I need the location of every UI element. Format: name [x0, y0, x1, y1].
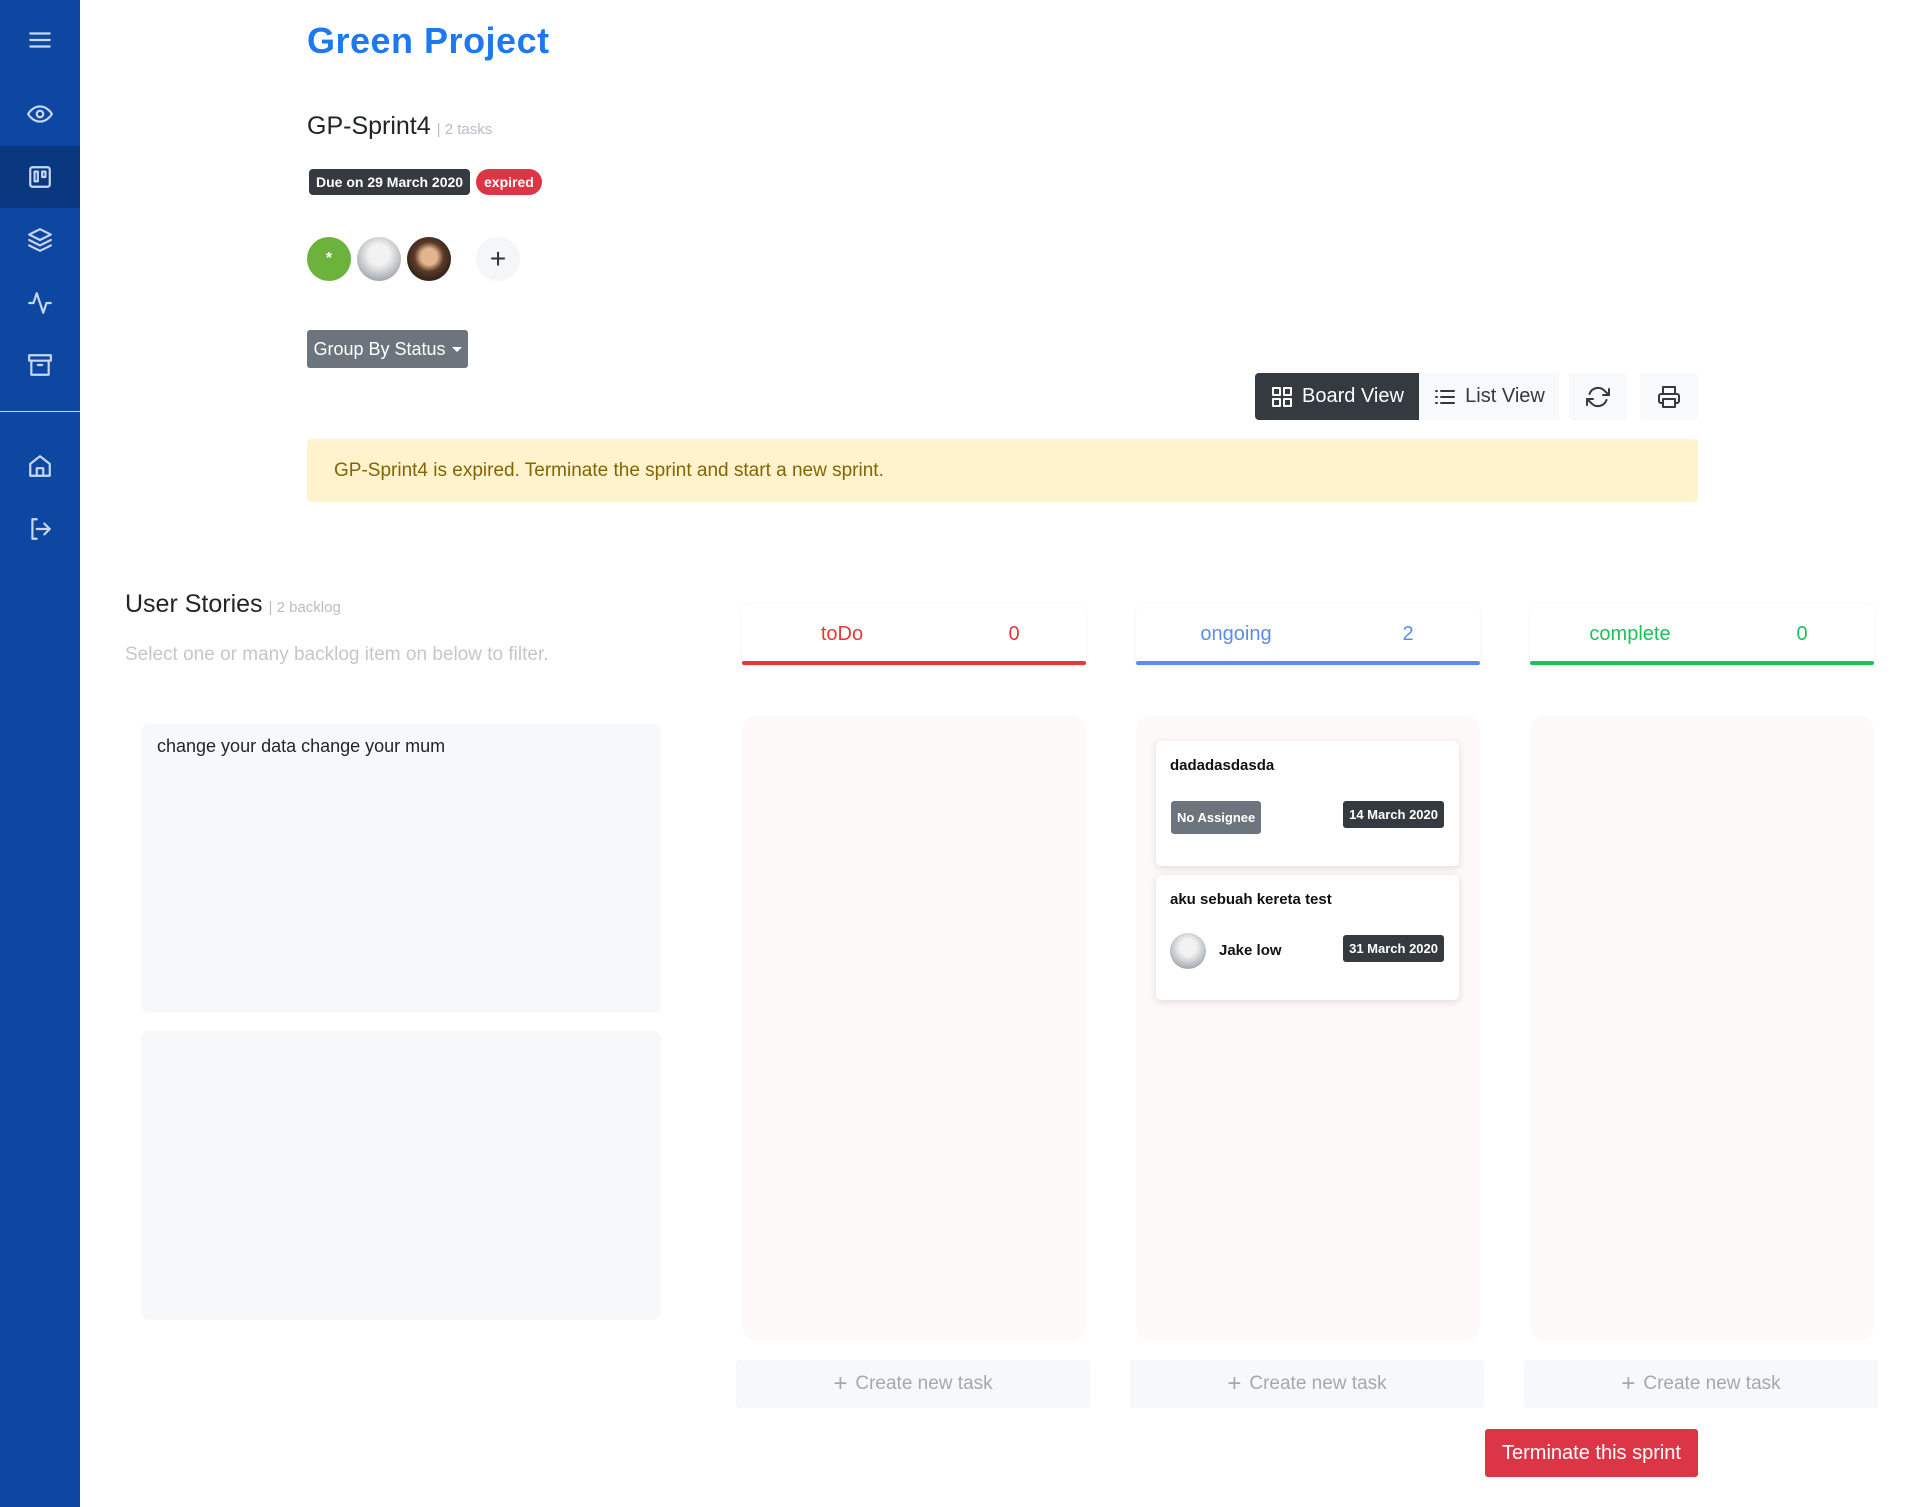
- list-view-label: List View: [1465, 385, 1545, 407]
- column-color-bar: [742, 661, 1086, 665]
- task-date-badge: 31 March 2020: [1343, 935, 1444, 962]
- sidebar-divider: [0, 411, 80, 412]
- archive-icon: [28, 354, 52, 376]
- sidebar-item-home[interactable]: [0, 435, 80, 497]
- create-task-label: Create new task: [1643, 1373, 1781, 1394]
- project-title: Green Project: [307, 20, 550, 61]
- print-button[interactable]: [1640, 373, 1698, 420]
- member-avatar[interactable]: *: [307, 237, 351, 281]
- task-date-badge: 14 March 2020: [1343, 801, 1444, 828]
- plus-icon: +: [1227, 1370, 1242, 1397]
- column-header-ongoing: ongoing 2: [1136, 603, 1480, 665]
- column-body-complete[interactable]: [1530, 716, 1874, 1340]
- member-avatar[interactable]: [357, 237, 401, 281]
- logout-icon: [31, 518, 51, 540]
- column-name: complete: [1589, 622, 1671, 645]
- column-count: 0: [1796, 622, 1808, 645]
- task-name: aku sebuah kereta test: [1170, 891, 1332, 908]
- plus-icon: +: [1621, 1370, 1636, 1397]
- menu-icon: [29, 32, 51, 48]
- due-date-badge: Due on 29 March 2020: [309, 169, 471, 195]
- member-avatar[interactable]: [407, 237, 451, 281]
- sidebar-item-archive[interactable]: [0, 334, 80, 396]
- refresh-button[interactable]: [1569, 373, 1627, 420]
- task-card[interactable]: dadadasdasda No Assignee 14 March 2020: [1156, 741, 1459, 866]
- column-body-todo[interactable]: [742, 716, 1086, 1340]
- sidebar-item-overview[interactable]: [0, 83, 80, 145]
- backlog-item[interactable]: change your data change your mum: [141, 724, 661, 1013]
- sprint-name: GP-Sprint4: [307, 112, 431, 140]
- create-task-button-complete[interactable]: + Create new task: [1524, 1360, 1878, 1408]
- sidebar-item-backlog[interactable]: [0, 209, 80, 271]
- group-by-dropdown[interactable]: Group By Status: [307, 330, 468, 368]
- kanban-board-icon: [29, 166, 51, 188]
- activity-icon: [28, 292, 52, 314]
- sidebar-item-logout[interactable]: [0, 498, 80, 560]
- user-stories-heading: User Stories: [125, 590, 263, 618]
- task-name: dadadasdasda: [1170, 757, 1275, 774]
- sidebar-item-board[interactable]: [0, 146, 80, 208]
- assignee-name: Jake low: [1219, 942, 1282, 959]
- caret-down-icon: [451, 346, 462, 352]
- column-name: ongoing: [1200, 622, 1272, 645]
- assignee-badge: No Assignee: [1171, 801, 1262, 834]
- assignee-avatar: [1170, 933, 1206, 969]
- column-count: 0: [1008, 622, 1020, 645]
- backlog-count: | 2 backlog: [268, 599, 341, 616]
- plus-icon: +: [833, 1370, 848, 1397]
- add-member-button[interactable]: +: [476, 237, 520, 281]
- task-card[interactable]: aku sebuah kereta test Jake low 31 March…: [1156, 875, 1459, 1000]
- printer-icon: [1658, 385, 1680, 408]
- list-view-button[interactable]: List View: [1419, 373, 1559, 420]
- menu-button[interactable]: [0, 9, 80, 71]
- create-task-label: Create new task: [855, 1373, 993, 1394]
- user-stories-title: User Stories | 2 backlog: [125, 590, 341, 619]
- create-task-button-todo[interactable]: + Create new task: [736, 1360, 1090, 1408]
- group-by-label: Group By Status: [313, 338, 446, 359]
- sidebar-item-activity[interactable]: [0, 272, 80, 334]
- user-stories-hint: Select one or many backlog item on below…: [125, 644, 549, 665]
- eye-icon: [27, 105, 53, 123]
- column-color-bar: [1136, 661, 1480, 665]
- backlog-item-text: change your data change your mum: [157, 736, 446, 756]
- backlog-item[interactable]: [141, 1031, 661, 1320]
- board-view-label: Board View: [1302, 385, 1404, 407]
- column-color-bar: [1530, 661, 1874, 665]
- status-badge: expired: [476, 169, 542, 195]
- column-count: 2: [1402, 622, 1414, 645]
- sprint-title: GP-Sprint4 | 2 tasks: [307, 112, 492, 141]
- home-icon: [29, 455, 51, 477]
- expired-alert: GP-Sprint4 is expired. Terminate the spr…: [307, 439, 1698, 502]
- create-task-label: Create new task: [1249, 1373, 1387, 1394]
- sidebar: [0, 0, 80, 1507]
- sprint-task-count: | 2 tasks: [436, 121, 493, 138]
- column-name: toDo: [820, 622, 864, 645]
- create-task-button-ongoing[interactable]: + Create new task: [1130, 1360, 1484, 1408]
- layers-icon: [28, 228, 52, 252]
- column-header-todo: toDo 0: [742, 603, 1086, 665]
- board-view-button[interactable]: Board View: [1255, 373, 1419, 420]
- list-icon: [1435, 389, 1456, 404]
- column-header-complete: complete 0: [1530, 603, 1874, 665]
- terminate-sprint-button[interactable]: Terminate this sprint: [1485, 1429, 1698, 1477]
- grid-icon: [1272, 386, 1293, 407]
- refresh-icon: [1586, 386, 1610, 407]
